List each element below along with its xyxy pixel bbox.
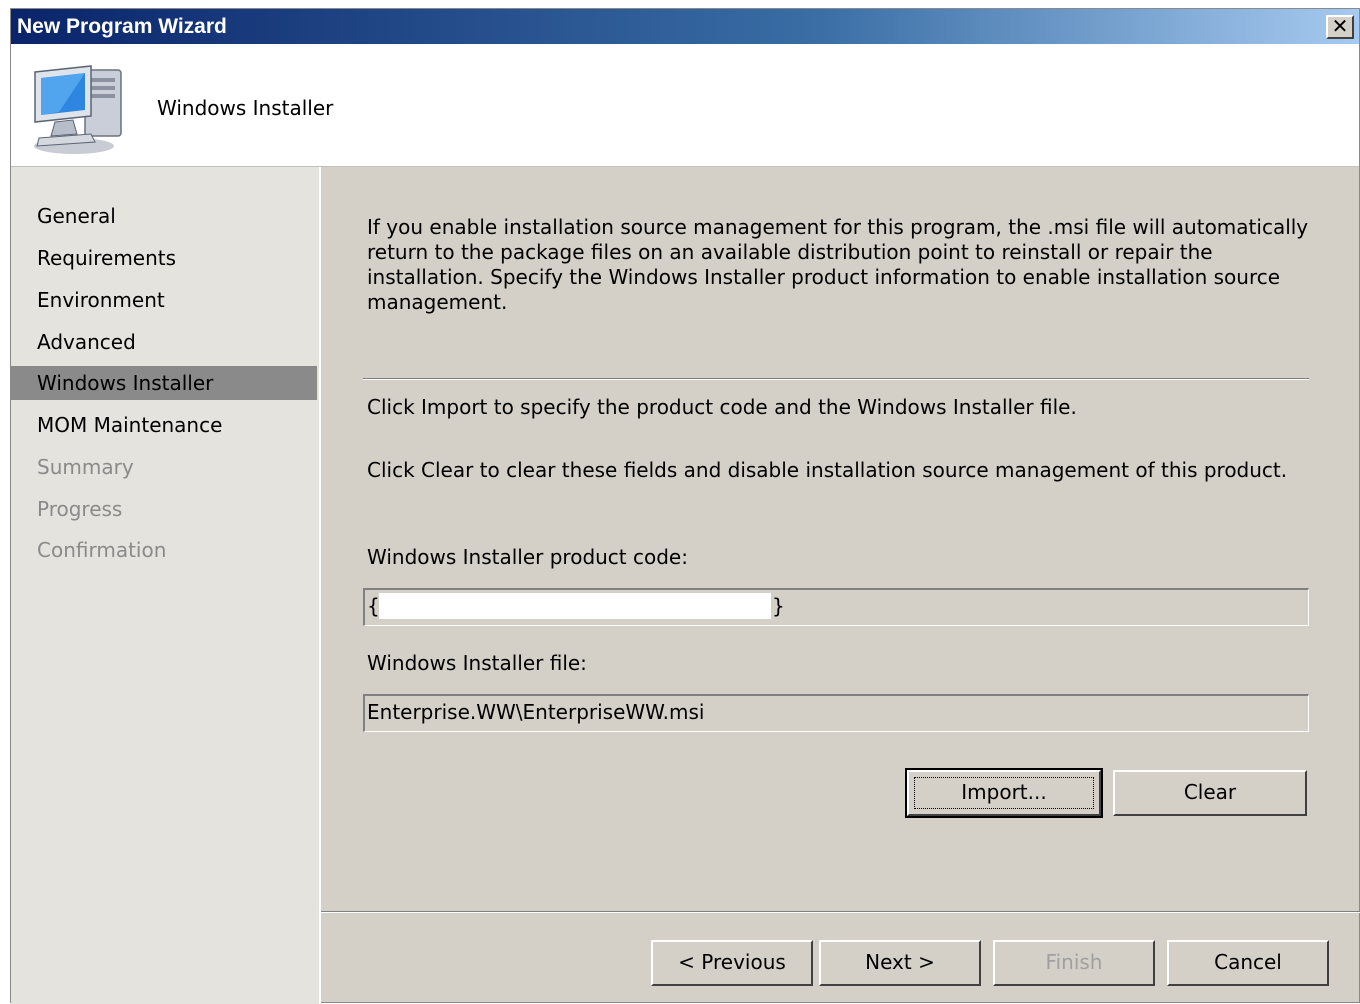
- window-title: New Program Wizard: [17, 15, 227, 38]
- product-code-field[interactable]: { }: [363, 588, 1309, 626]
- sidebar-item-advanced[interactable]: Advanced: [11, 325, 317, 359]
- sidebar-item-requirements[interactable]: Requirements: [11, 241, 317, 275]
- sidebar-item-windows-installer[interactable]: Windows Installer: [11, 366, 317, 400]
- sidebar-item-confirmation: Confirmation: [37, 538, 167, 562]
- close-button[interactable]: ✕: [1326, 15, 1354, 39]
- next-button-label: Next >: [865, 950, 935, 974]
- clear-button-label: Clear: [1183, 780, 1237, 804]
- clear-button[interactable]: Clear: [1113, 770, 1307, 816]
- wizard-header: Windows Installer: [11, 44, 1359, 167]
- section-divider: [363, 378, 1309, 380]
- previous-button-label: < Previous: [678, 950, 786, 974]
- finish-button: Finish: [993, 940, 1155, 986]
- sidebar-item-summary: Summary: [37, 455, 134, 479]
- cancel-button[interactable]: Cancel: [1167, 940, 1329, 986]
- wizard-window: New Program Wizard ✕ Windows Installer G…: [10, 8, 1360, 1004]
- import-hint: Click Import to specify the product code…: [367, 395, 1077, 419]
- close-icon: ✕: [1331, 14, 1349, 38]
- footer-divider: [321, 911, 1360, 913]
- previous-button[interactable]: < Previous: [651, 940, 813, 986]
- title-bar: New Program Wizard ✕: [11, 9, 1359, 44]
- file-field[interactable]: Enterprise.WW\EnterpriseWW.msi: [363, 694, 1309, 732]
- next-button[interactable]: Next >: [819, 940, 981, 986]
- wizard-content: If you enable installation source manage…: [321, 167, 1360, 1004]
- file-label: Windows Installer file:: [367, 651, 587, 675]
- import-button-label: Import...: [961, 780, 1047, 804]
- sidebar-item-environment[interactable]: Environment: [11, 283, 317, 317]
- sidebar-item-mom-maintenance[interactable]: MOM Maintenance: [11, 408, 317, 442]
- sidebar-item-progress: Progress: [37, 497, 123, 521]
- product-code-redaction: [379, 593, 771, 619]
- intro-text: If you enable installation source manage…: [367, 215, 1309, 314]
- product-code-label: Windows Installer product code:: [367, 545, 688, 569]
- computer-icon: [34, 65, 122, 154]
- sidebar-item-general[interactable]: General: [11, 199, 317, 233]
- wizard-sidebar: General Requirements Environment Advance…: [11, 167, 321, 1004]
- cancel-button-label: Cancel: [1214, 950, 1282, 974]
- product-code-close-brace: }: [772, 594, 785, 618]
- header-title: Windows Installer: [157, 96, 334, 120]
- clear-hint: Click Clear to clear these fields and di…: [367, 458, 1288, 482]
- product-code-open-brace: {: [367, 594, 380, 618]
- finish-button-label: Finish: [1045, 950, 1103, 974]
- import-button[interactable]: Import...: [905, 768, 1103, 818]
